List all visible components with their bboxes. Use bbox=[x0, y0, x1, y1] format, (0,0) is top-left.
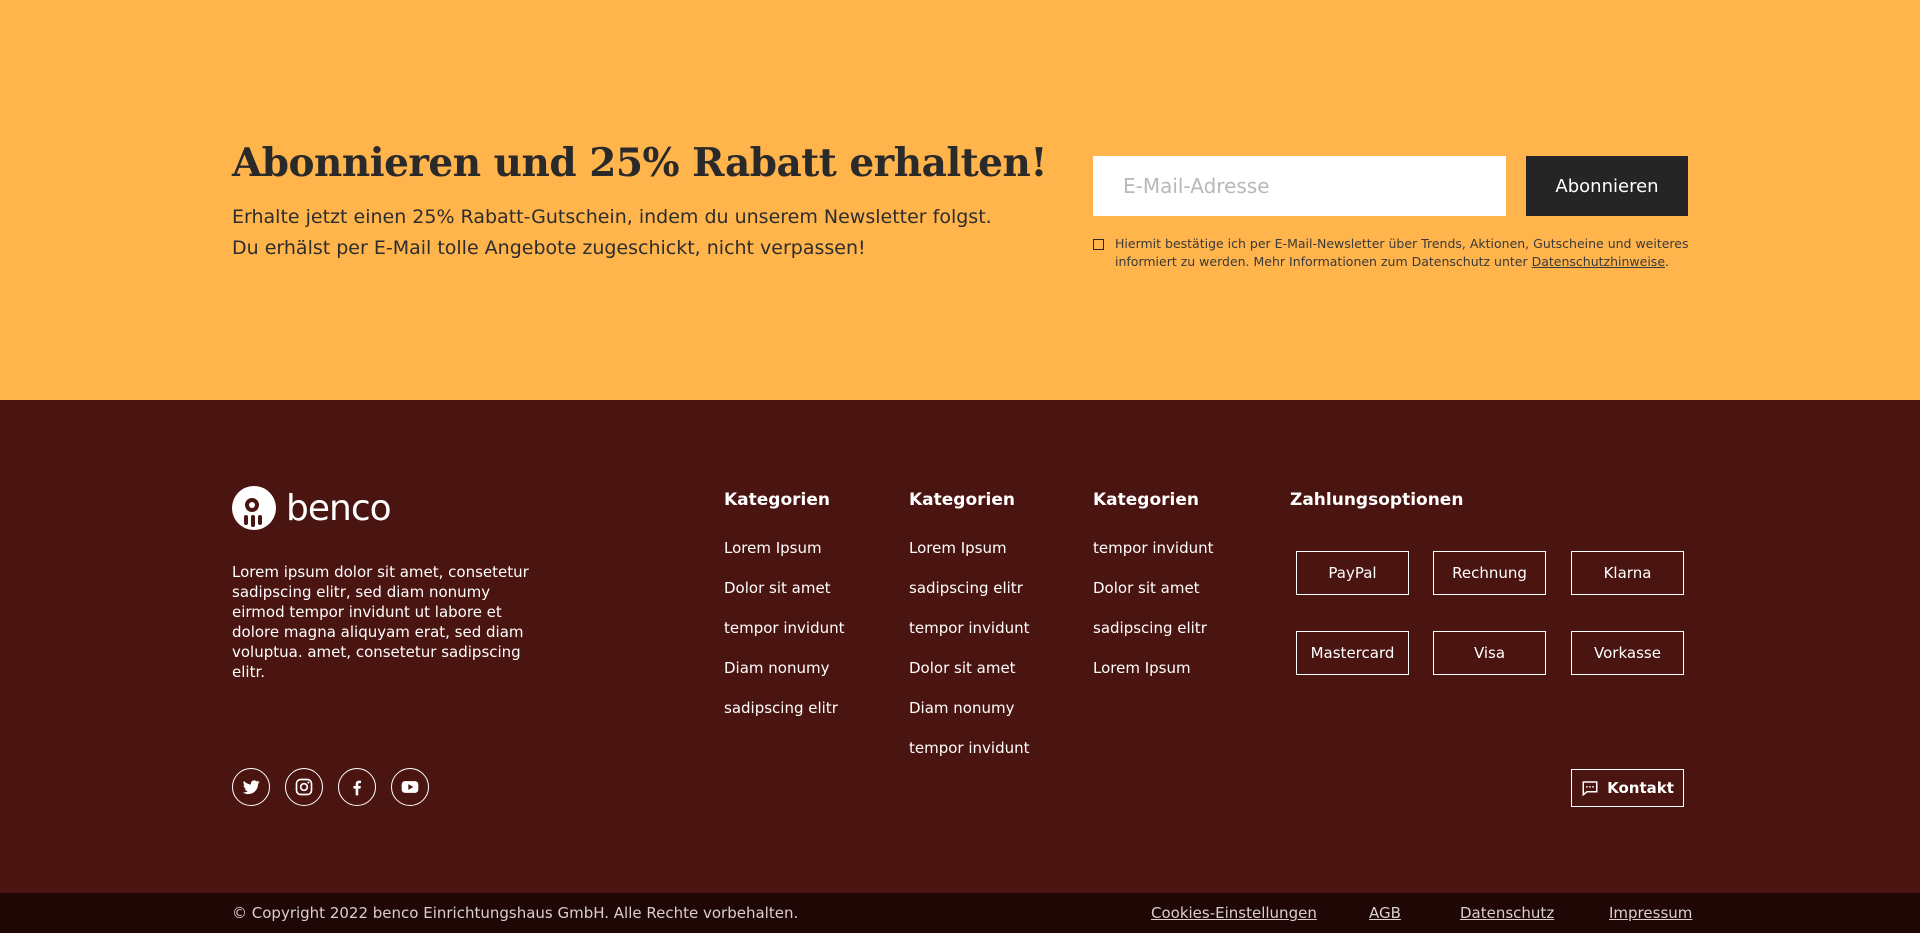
twitter-icon bbox=[242, 780, 260, 795]
footer-link[interactable]: Diam nonumy bbox=[724, 658, 845, 698]
payment-option-klarna: Klarna bbox=[1571, 551, 1684, 595]
footer-column-1: Kategorien Lorem Ipsum Dolor sit amet te… bbox=[724, 490, 845, 738]
footer-about-text: Lorem ipsum dolor sit amet, consetetur s… bbox=[232, 563, 529, 681]
subscribe-button[interactable]: Abonnieren bbox=[1526, 156, 1688, 216]
facebook-link[interactable] bbox=[338, 768, 376, 806]
chat-icon bbox=[1582, 781, 1598, 797]
instagram-icon bbox=[295, 778, 313, 796]
footer-link[interactable]: Diam nonumy bbox=[909, 698, 1030, 738]
footer-link[interactable]: Lorem Ipsum bbox=[724, 538, 845, 578]
agb-link[interactable]: AGB bbox=[1369, 904, 1401, 922]
newsletter-title: Abonnieren und 25% Rabatt erhalten! bbox=[232, 140, 1047, 186]
footer-link[interactable]: tempor invidunt bbox=[909, 618, 1030, 658]
payment-option-mastercard: Mastercard bbox=[1296, 631, 1409, 675]
contact-button[interactable]: Kontakt bbox=[1571, 769, 1684, 807]
twitter-link[interactable] bbox=[232, 768, 270, 806]
newsletter-description-line-1: Erhalte jetzt einen 25% Rabatt-Gutschein… bbox=[232, 206, 992, 228]
newsletter-description-line-2: Du erhälst per E-Mail tolle Angebote zug… bbox=[232, 237, 866, 259]
bottom-bar: © Copyright 2022 benco Einrichtungshaus … bbox=[0, 893, 1920, 933]
footer-link[interactable]: sadipscing elitr bbox=[724, 698, 845, 738]
footer-link[interactable]: tempor invidunt bbox=[909, 738, 1030, 778]
footer-link[interactable]: sadipscing elitr bbox=[909, 578, 1030, 618]
consent-text-end: . bbox=[1665, 254, 1669, 269]
benco-logo[interactable]: benco bbox=[232, 485, 392, 531]
consent-text: Hiermit bestätige ich per E-Mail-Newslet… bbox=[1115, 235, 1695, 271]
footer-column-title: Kategorien bbox=[724, 490, 830, 510]
footer-link[interactable]: Dolor sit amet bbox=[909, 658, 1030, 698]
consent-checkbox[interactable] bbox=[1093, 239, 1104, 250]
youtube-icon bbox=[401, 781, 419, 793]
privacy-notice-link[interactable]: Datenschutzhinweise bbox=[1532, 254, 1665, 269]
footer-link[interactable]: Dolor sit amet bbox=[1093, 578, 1214, 618]
newsletter-description: Erhalte jetzt einen 25% Rabatt-Gutschein… bbox=[232, 202, 992, 264]
payment-option-rechnung: Rechnung bbox=[1433, 551, 1546, 595]
footer-column-title: Kategorien bbox=[909, 490, 1015, 510]
newsletter-section: Abonnieren und 25% Rabatt erhalten! Erha… bbox=[0, 0, 1920, 400]
logo-wordmark: benco bbox=[286, 487, 392, 529]
footer-link[interactable]: Dolor sit amet bbox=[724, 578, 845, 618]
payment-option-vorkasse: Vorkasse bbox=[1571, 631, 1684, 675]
footer-link[interactable]: tempor invidunt bbox=[1093, 538, 1214, 578]
footer-link[interactable]: tempor invidunt bbox=[724, 618, 845, 658]
footer-column-3: Kategorien tempor invidunt Dolor sit ame… bbox=[1093, 490, 1214, 698]
facebook-icon bbox=[353, 780, 361, 796]
footer-link[interactable]: Lorem Ipsum bbox=[909, 538, 1030, 578]
footer-column-2: Kategorien Lorem Ipsum sadipscing elitr … bbox=[909, 490, 1030, 778]
email-input[interactable] bbox=[1093, 156, 1506, 216]
footer-column-title: Kategorien bbox=[1093, 490, 1199, 510]
contact-label: Kontakt bbox=[1607, 779, 1674, 797]
cookie-settings-link[interactable]: Cookies-Einstellungen bbox=[1151, 904, 1317, 922]
privacy-link[interactable]: Datenschutz bbox=[1460, 904, 1554, 922]
payment-option-visa: Visa bbox=[1433, 631, 1546, 675]
payment-option-paypal: PayPal bbox=[1296, 551, 1409, 595]
copyright-text: © Copyright 2022 benco Einrichtungshaus … bbox=[232, 904, 799, 922]
payment-options-title: Zahlungsoptionen bbox=[1290, 490, 1464, 510]
footer-link[interactable]: sadipscing elitr bbox=[1093, 618, 1214, 658]
benco-logo-icon bbox=[232, 486, 276, 530]
imprint-link[interactable]: Impressum bbox=[1609, 904, 1692, 922]
footer-link[interactable]: Lorem Ipsum bbox=[1093, 658, 1214, 698]
youtube-link[interactable] bbox=[391, 768, 429, 806]
instagram-link[interactable] bbox=[285, 768, 323, 806]
